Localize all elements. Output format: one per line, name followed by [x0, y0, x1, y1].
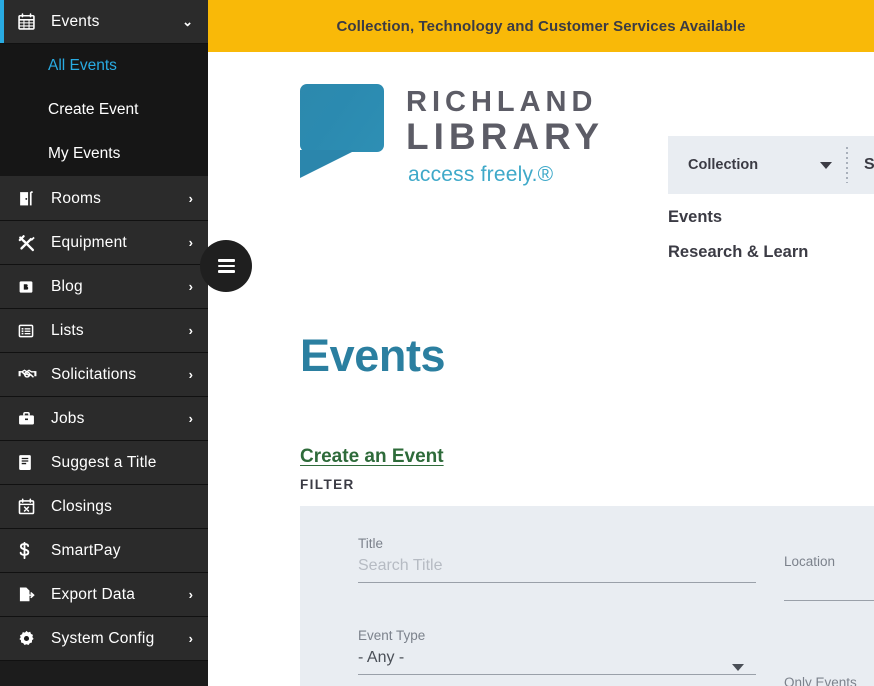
site-logo[interactable]: RICHLAND LIBRARY access freely.® — [300, 84, 604, 187]
filter-label-event-type: Event Type — [358, 628, 426, 643]
chevron-down-icon: ⌄ — [182, 14, 193, 29]
filter-field-only-events: Only Events - Any - — [784, 675, 874, 686]
site-nav-link-events[interactable]: Events — [668, 208, 808, 227]
sidebar-item-label: Suggest a Title — [51, 453, 157, 471]
filter-panel: Title Search Title Location Event Type -… — [300, 506, 874, 686]
briefcase-icon — [18, 411, 44, 426]
sidebar-subitem-label: All Events — [48, 57, 117, 74]
door-icon — [18, 190, 44, 207]
sidebar-subitem-label: My Events — [48, 145, 121, 162]
hamburger-icon — [217, 256, 235, 276]
chevron-right-icon: › — [188, 587, 193, 602]
speech-bubble-logo-icon — [300, 84, 384, 178]
sidebar-item-label: Export Data — [51, 585, 136, 603]
sidebar-item-label: Rooms — [51, 189, 102, 207]
site-header: RICHLAND LIBRARY access freely.® Collect… — [208, 52, 874, 261]
sidebar-item-equipment[interactable]: Equipment › — [0, 221, 208, 265]
admin-sidebar: Events ⌄ All Events Create Event My Even… — [0, 0, 208, 686]
search-input[interactable]: S — [848, 156, 874, 174]
site-alert-banner: Collection, Technology and Customer Serv… — [208, 0, 874, 52]
app-root: Events ⌄ All Events Create Event My Even… — [0, 0, 874, 686]
search-scope-select[interactable]: Collection — [668, 157, 846, 173]
chevron-right-icon: › — [188, 631, 193, 646]
site-nav-link-research-learn[interactable]: Research & Learn — [668, 243, 808, 262]
sidebar-item-label: SmartPay — [51, 541, 121, 559]
logo-wordmark: RICHLAND LIBRARY access freely.® — [384, 84, 604, 187]
sidebar-subitem-label: Create Event — [48, 101, 139, 118]
sidebar-item-blog[interactable]: Blog › — [0, 265, 208, 309]
filter-field-location: Location — [784, 554, 874, 601]
filter-label-title: Title — [358, 536, 384, 551]
sidebar-item-events[interactable]: Events ⌄ — [0, 0, 208, 44]
sidebar-item-label: Blog — [51, 277, 83, 295]
dollar-icon — [18, 542, 44, 559]
main-content: Collection, Technology and Customer Serv… — [208, 0, 874, 686]
logo-tagline: access freely.® — [408, 163, 554, 187]
event-type-select[interactable]: - Any - — [358, 649, 756, 667]
sidebar-subitem-create-event[interactable]: Create Event — [0, 88, 208, 132]
book-icon — [18, 454, 44, 471]
create-an-event-link[interactable]: Create an Event — [300, 446, 444, 468]
filter-field-title: Title Search Title — [358, 536, 756, 583]
chevron-right-icon: › — [188, 191, 193, 206]
caret-down-icon[interactable] — [732, 664, 744, 671]
sidebar-item-system-config[interactable]: System Config › — [0, 617, 208, 661]
sidebar-item-lists[interactable]: Lists › — [0, 309, 208, 353]
site-alert-text: Collection, Technology and Customer Serv… — [336, 17, 746, 35]
sidebar-item-solicitations[interactable]: Solicitations › — [0, 353, 208, 397]
calendar-icon — [18, 13, 44, 30]
handshake-icon — [18, 367, 44, 382]
search-scope-value: Collection — [688, 157, 759, 173]
logo-line-1: RICHLAND — [406, 86, 598, 118]
sidebar-submenu-events: All Events Create Event My Events — [0, 44, 208, 177]
logo-line-2: LIBRARY — [406, 115, 605, 157]
page-title: Events — [300, 330, 446, 381]
filter-label-only-events: Only Events — [784, 675, 857, 686]
filter-label-location: Location — [784, 554, 836, 569]
tools-icon — [18, 234, 44, 252]
sidebar-subitem-all-events[interactable]: All Events — [0, 44, 208, 88]
location-input[interactable] — [784, 575, 874, 593]
sidebar-item-label: System Config — [51, 629, 155, 647]
sidebar-item-label: Solicitations — [51, 365, 137, 383]
sidebar-item-closings[interactable]: Closings — [0, 485, 208, 529]
input-underline — [358, 674, 756, 675]
chevron-right-icon: › — [188, 235, 193, 250]
sidebar-item-label: Events — [51, 12, 100, 30]
input-underline — [358, 582, 756, 583]
sidebar-subitem-my-events[interactable]: My Events — [0, 132, 208, 176]
sidebar-item-rooms[interactable]: Rooms › — [0, 177, 208, 221]
sidebar-item-label: Closings — [51, 497, 113, 515]
sidebar-item-label: Lists — [51, 321, 84, 339]
input-underline — [784, 600, 874, 601]
blog-icon — [18, 279, 44, 295]
sidebar-item-label: Equipment — [51, 233, 127, 251]
filter-field-event-type: Event Type - Any - — [358, 628, 756, 675]
site-nav-links: Events Research & Learn — [668, 208, 808, 278]
sidebar-item-export-data[interactable]: Export Data › — [0, 573, 208, 617]
list-box-icon — [18, 323, 44, 339]
sidebar-item-smartpay[interactable]: SmartPay — [0, 529, 208, 573]
sidebar-toggle-button[interactable] — [200, 240, 252, 292]
chevron-right-icon: › — [188, 411, 193, 426]
gear-icon — [18, 630, 44, 647]
chevron-right-icon: › — [188, 323, 193, 338]
sidebar-item-label: Jobs — [51, 409, 85, 427]
file-export-icon — [18, 586, 44, 603]
sidebar-item-suggest-a-title[interactable]: Suggest a Title — [0, 441, 208, 485]
filter-heading: FILTER — [300, 477, 355, 492]
sidebar-item-jobs[interactable]: Jobs › — [0, 397, 208, 441]
title-search-input[interactable]: Search Title — [358, 557, 756, 575]
site-search-bar: Collection S — [668, 136, 874, 194]
calendar-x-icon — [18, 498, 44, 515]
caret-down-icon — [820, 161, 832, 169]
chevron-right-icon: › — [188, 367, 193, 382]
